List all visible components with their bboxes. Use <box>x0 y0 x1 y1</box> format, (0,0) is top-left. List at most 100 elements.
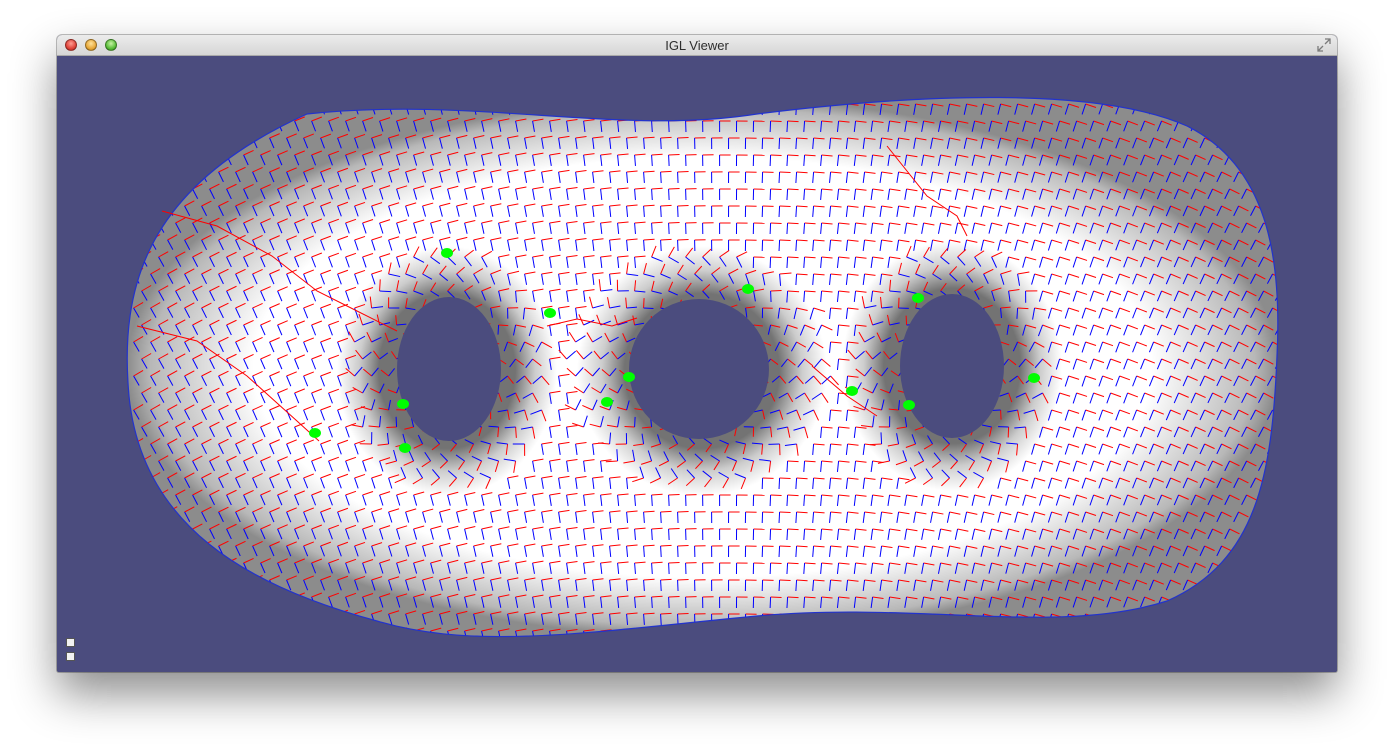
window-title: IGL Viewer <box>665 38 729 53</box>
field-stroke-blue <box>1233 613 1240 625</box>
field-stroke-blue <box>651 120 653 133</box>
field-stroke-blue <box>1207 120 1214 132</box>
field-stroke-red <box>1238 545 1249 552</box>
field-stroke-blue <box>1284 410 1289 420</box>
field-stroke-blue <box>235 613 241 625</box>
field-stroke-red <box>320 99 332 105</box>
field-stroke-blue <box>133 171 140 182</box>
field-stroke-blue <box>1284 376 1289 386</box>
field-stroke-blue <box>1224 596 1231 608</box>
field-stroke-blue <box>626 103 629 116</box>
field-stroke-red <box>1298 257 1308 262</box>
field-stroke-red <box>660 136 672 139</box>
field-stroke-red <box>1212 120 1223 127</box>
field-stroke-blue <box>269 103 275 115</box>
title-bar[interactable]: IGL Viewer <box>57 35 1337 56</box>
field-stroke-red <box>1298 461 1308 466</box>
field-stroke-red <box>184 166 195 173</box>
field-stroke-red <box>1229 630 1240 637</box>
field-stroke-blue <box>1038 630 1044 637</box>
field-stroke-red <box>1187 103 1198 109</box>
mesh-render[interactable] <box>57 56 1337 672</box>
field-stroke-blue <box>786 120 789 133</box>
field-stroke-red <box>150 506 161 513</box>
fullscreen-toggle-icon[interactable] <box>1317 38 1331 52</box>
field-stroke-blue <box>778 613 781 626</box>
field-stroke-red <box>1212 596 1223 603</box>
field-stroke-red <box>1263 494 1274 501</box>
field-stroke-red <box>1204 613 1215 620</box>
field-stroke-red <box>1298 427 1308 432</box>
field-stroke-red <box>881 613 893 617</box>
field-stroke-blue <box>175 528 182 539</box>
field-stroke-blue <box>413 630 418 637</box>
field-stroke-red <box>150 200 161 207</box>
field-stroke-red <box>889 630 901 634</box>
field-stroke-blue <box>870 630 874 637</box>
field-stroke-red <box>1281 189 1291 194</box>
field-stroke-blue <box>1274 188 1278 199</box>
field-stroke-red <box>1290 240 1300 245</box>
field-stroke-blue <box>1266 477 1274 488</box>
field-stroke-red <box>1110 630 1122 636</box>
field-stroke-red <box>175 557 186 564</box>
field-stroke-red <box>1246 120 1257 127</box>
field-stroke-blue <box>651 188 653 201</box>
singularity-marker <box>544 308 556 318</box>
field-stroke-red <box>201 132 212 139</box>
field-stroke-red <box>1246 154 1257 161</box>
field-stroke-blue <box>277 596 283 608</box>
field-stroke-blue <box>778 545 781 558</box>
field-stroke-blue <box>524 103 528 115</box>
field-stroke-red <box>1272 511 1278 518</box>
field-stroke-red <box>167 608 178 615</box>
field-stroke-red <box>1255 545 1266 552</box>
field-stroke-blue <box>1292 359 1297 369</box>
field-stroke-red <box>1290 104 1300 109</box>
field-stroke-blue <box>141 528 148 539</box>
field-stroke-blue <box>1182 613 1189 625</box>
field-stroke-blue <box>880 432 883 445</box>
field-stroke-blue <box>158 630 165 637</box>
field-stroke-blue <box>1072 630 1078 637</box>
field-stroke-blue <box>778 103 781 116</box>
field-stroke-blue <box>786 460 789 473</box>
field-stroke-blue <box>252 103 258 115</box>
3d-viewport[interactable] <box>57 56 1337 672</box>
field-stroke-red <box>1281 495 1291 500</box>
field-stroke-blue <box>396 630 401 637</box>
field-stroke-blue <box>778 477 781 490</box>
field-stroke-red <box>1263 528 1274 535</box>
field-stroke-red <box>787 630 799 633</box>
field-stroke-red <box>1298 529 1308 534</box>
field-stroke-red <box>175 149 186 156</box>
field-stroke-blue <box>1250 171 1257 182</box>
field-stroke-blue <box>1274 120 1278 131</box>
field-stroke-red <box>260 626 271 632</box>
field-stroke-blue <box>778 239 781 252</box>
field-stroke-blue <box>1098 613 1104 625</box>
field-stroke-blue <box>820 630 823 637</box>
field-stroke-red <box>1290 410 1300 415</box>
field-stroke-red <box>1127 630 1139 636</box>
field-stroke-red <box>1238 137 1249 144</box>
field-stroke-blue <box>158 596 165 607</box>
field-stroke-blue <box>201 545 208 557</box>
field-stroke-red <box>1281 393 1291 398</box>
field-stroke-blue <box>651 630 653 637</box>
field-stroke-red <box>141 149 152 156</box>
field-stroke-blue <box>1292 189 1297 199</box>
settings-tool-icon[interactable] <box>66 652 75 661</box>
field-stroke-red <box>167 540 178 547</box>
view-tool-icon[interactable] <box>66 638 75 647</box>
field-stroke-blue <box>209 630 215 637</box>
field-stroke-blue <box>862 613 866 625</box>
field-stroke-blue <box>133 205 140 216</box>
field-stroke-red <box>337 99 349 105</box>
field-stroke-blue <box>1274 426 1278 437</box>
field-stroke-blue <box>592 103 595 115</box>
field-stroke-red <box>872 630 884 633</box>
field-stroke-blue <box>1284 580 1289 590</box>
field-stroke-red <box>1298 291 1308 296</box>
field-stroke-red <box>787 188 799 191</box>
